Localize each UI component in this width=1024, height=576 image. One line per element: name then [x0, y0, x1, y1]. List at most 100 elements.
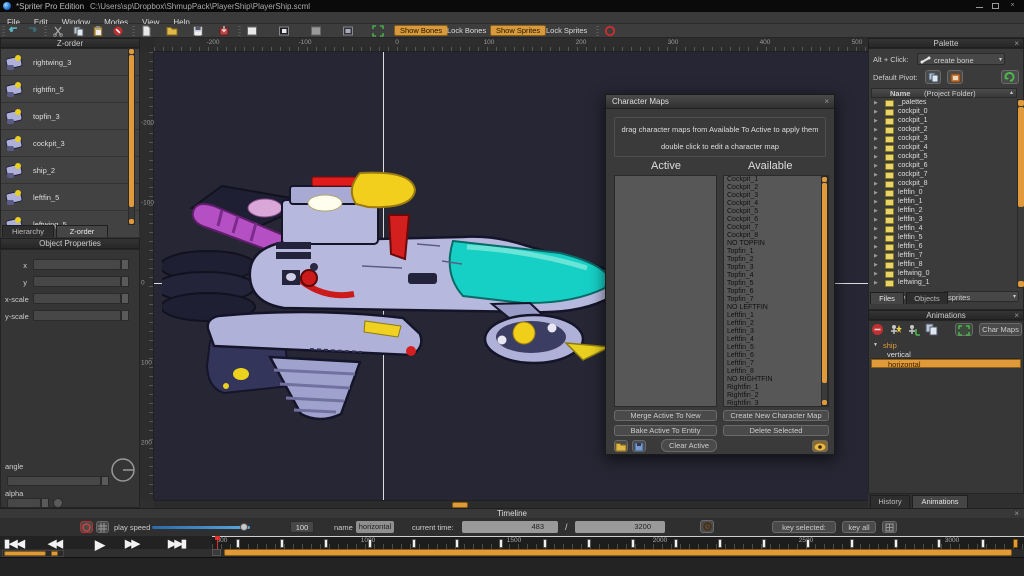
bake-active-button[interactable]: Bake Active To Entity: [614, 425, 717, 436]
yscale-spinner[interactable]: [121, 310, 129, 321]
entity-row[interactable]: ▼ ship: [871, 341, 1021, 350]
palette-close-icon[interactable]: ×: [1014, 40, 1019, 48]
available-item[interactable]: Rightfin_3: [724, 400, 828, 407]
zorder-item[interactable]: leftfin_5: [1, 184, 139, 211]
load-charmap-icon[interactable]: [614, 440, 628, 452]
available-item[interactable]: Leftfin_7: [724, 360, 828, 368]
next-key-button[interactable]: ▶▶: [125, 536, 138, 553]
key-all-button[interactable]: key all: [842, 521, 876, 533]
timeline-scrollbar-handle[interactable]: [224, 549, 1012, 556]
delete-animation-icon[interactable]: [871, 323, 885, 336]
view-mode-inset-icon[interactable]: [342, 25, 354, 37]
timeline-scroll-left-arrow[interactable]: [212, 549, 221, 556]
snap-grid-icon[interactable]: [96, 521, 109, 533]
alpha-dial[interactable]: [53, 498, 63, 508]
available-list[interactable]: Cockpit_1Cockpit_2Cockpit_3Cockpit_4Cock…: [723, 175, 829, 407]
angle-spinner[interactable]: [101, 476, 109, 486]
available-item[interactable]: Leftfin_6: [724, 352, 828, 360]
expand-arrow-icon[interactable]: ▶: [874, 253, 878, 259]
lock-sprites-toggle[interactable]: Lock Sprites: [546, 26, 587, 35]
file-tree-row[interactable]: ▶ cockpit_2: [871, 126, 1017, 135]
expand-arrow-icon[interactable]: ▶: [874, 109, 878, 115]
file-tree-row[interactable]: ▶ cockpit_6: [871, 162, 1017, 171]
collapse-arrow-icon[interactable]: ▼: [873, 342, 878, 348]
tab-hierarchy[interactable]: Hierarchy: [2, 225, 54, 237]
available-item[interactable]: Cockpit_7: [724, 224, 828, 232]
tab-history[interactable]: History: [870, 495, 910, 508]
paste-icon[interactable]: [92, 25, 104, 37]
available-item[interactable]: NO RIGHTFIN: [724, 376, 828, 384]
pivot-copy-icon[interactable]: [925, 70, 941, 84]
clear-active-button[interactable]: Clear Active: [661, 439, 717, 452]
available-item[interactable]: Cockpit_6: [724, 216, 828, 224]
available-item[interactable]: Cockpit_4: [724, 200, 828, 208]
selected-keyframe[interactable]: [1013, 539, 1018, 548]
file-tree-row[interactable]: ▶ cockpit_7: [871, 171, 1017, 180]
zorder-item[interactable]: cockpit_3: [1, 130, 139, 157]
available-item[interactable]: Topfin_1: [724, 248, 828, 256]
close-button[interactable]: ×: [1008, 2, 1017, 10]
object-properties-header[interactable]: Object Properties: [0, 238, 140, 249]
fit-screen-icon[interactable]: [372, 25, 384, 37]
fit-animation-icon[interactable]: [955, 323, 973, 336]
expand-arrow-icon[interactable]: ▶: [874, 262, 878, 268]
xscale-field[interactable]: [33, 293, 121, 304]
canvas-hscrollbar[interactable]: [154, 500, 868, 508]
available-item[interactable]: Leftfin_4: [724, 336, 828, 344]
expand-arrow-icon[interactable]: ▶: [874, 199, 878, 205]
available-item[interactable]: Cockpit_1: [724, 176, 828, 184]
view-mode-split-icon[interactable]: [278, 25, 290, 37]
tab-zorder[interactable]: Z-order: [56, 225, 108, 237]
animation-item-horizontal-selected[interactable]: horizontal: [871, 359, 1021, 368]
expand-arrow-icon[interactable]: ▶: [874, 235, 878, 241]
available-item[interactable]: Leftfin_5: [724, 344, 828, 352]
available-item[interactable]: Topfin_2: [724, 256, 828, 264]
file-tree-row[interactable]: ▶ leftfin_0: [871, 189, 1017, 198]
expand-arrow-icon[interactable]: ▶: [874, 208, 878, 214]
key-selected-button[interactable]: key selected:: [772, 521, 836, 533]
file-tree-row[interactable]: ▶ leftfin_2: [871, 207, 1017, 216]
zorder-item[interactable]: topfin_3: [1, 103, 139, 130]
record-icon[interactable]: [80, 521, 93, 533]
timeline-zoom-slider[interactable]: [2, 550, 64, 557]
pivot-box-icon[interactable]: [947, 70, 963, 84]
timeline-scrollbar[interactable]: [212, 549, 1024, 557]
available-item[interactable]: Leftfin_2: [724, 320, 828, 328]
expand-arrow-icon[interactable]: ▶: [874, 172, 878, 178]
expand-arrow-icon[interactable]: ▶: [874, 154, 878, 160]
playhead-marker[interactable]: [217, 536, 218, 549]
refresh-palette-icon[interactable]: [1001, 70, 1019, 84]
timeline-close-icon[interactable]: ×: [1014, 510, 1019, 518]
zorder-item[interactable]: rightfin_5: [1, 76, 139, 103]
view-mode-gray-icon[interactable]: [310, 25, 322, 37]
available-item[interactable]: Rightfin_1: [724, 384, 828, 392]
file-tree-row[interactable]: ▶ cockpit_5: [871, 153, 1017, 162]
available-item[interactable]: Topfin_6: [724, 288, 828, 296]
alpha-spinner[interactable]: [41, 498, 49, 508]
zorder-item[interactable]: ship_2: [1, 157, 139, 184]
zorder-panel-header[interactable]: Z-order: [0, 38, 140, 48]
file-tree[interactable]: ▶ _palettes ▶ cockpit_0 ▶ cockpit_1: [871, 99, 1017, 288]
expand-arrow-icon[interactable]: ▶: [874, 127, 878, 133]
file-tree-row[interactable]: ▶ leftfin_1: [871, 198, 1017, 207]
expand-arrow-icon[interactable]: ▶: [874, 136, 878, 142]
animations-panel-header[interactable]: Animations ×: [868, 310, 1024, 320]
angle-field[interactable]: [7, 476, 101, 486]
copy-icon[interactable]: [72, 25, 84, 37]
show-sprites-toggle[interactable]: Show Sprites: [490, 25, 546, 36]
dialog-title-bar[interactable]: Character Maps ×: [606, 95, 834, 109]
copy-animation-icon[interactable]: [925, 323, 939, 336]
preview-eye-icon[interactable]: [812, 440, 828, 452]
delete-icon[interactable]: [112, 25, 124, 37]
tab-animations[interactable]: Animations: [912, 495, 968, 508]
expand-arrow-icon[interactable]: ▶: [874, 163, 878, 169]
available-item[interactable]: Leftfin_3: [724, 328, 828, 336]
available-item[interactable]: Topfin_3: [724, 264, 828, 272]
cut-icon[interactable]: [52, 25, 64, 37]
file-tree-row[interactable]: ▶ leftfin_8: [871, 261, 1017, 270]
refresh-sprites-icon[interactable]: [604, 25, 616, 37]
player-ship-sprite[interactable]: [162, 146, 632, 461]
available-item[interactable]: NO TOPFIN: [724, 240, 828, 248]
file-tree-row[interactable]: ▶ leftfin_6: [871, 243, 1017, 252]
expand-arrow-icon[interactable]: ▶: [874, 226, 878, 232]
